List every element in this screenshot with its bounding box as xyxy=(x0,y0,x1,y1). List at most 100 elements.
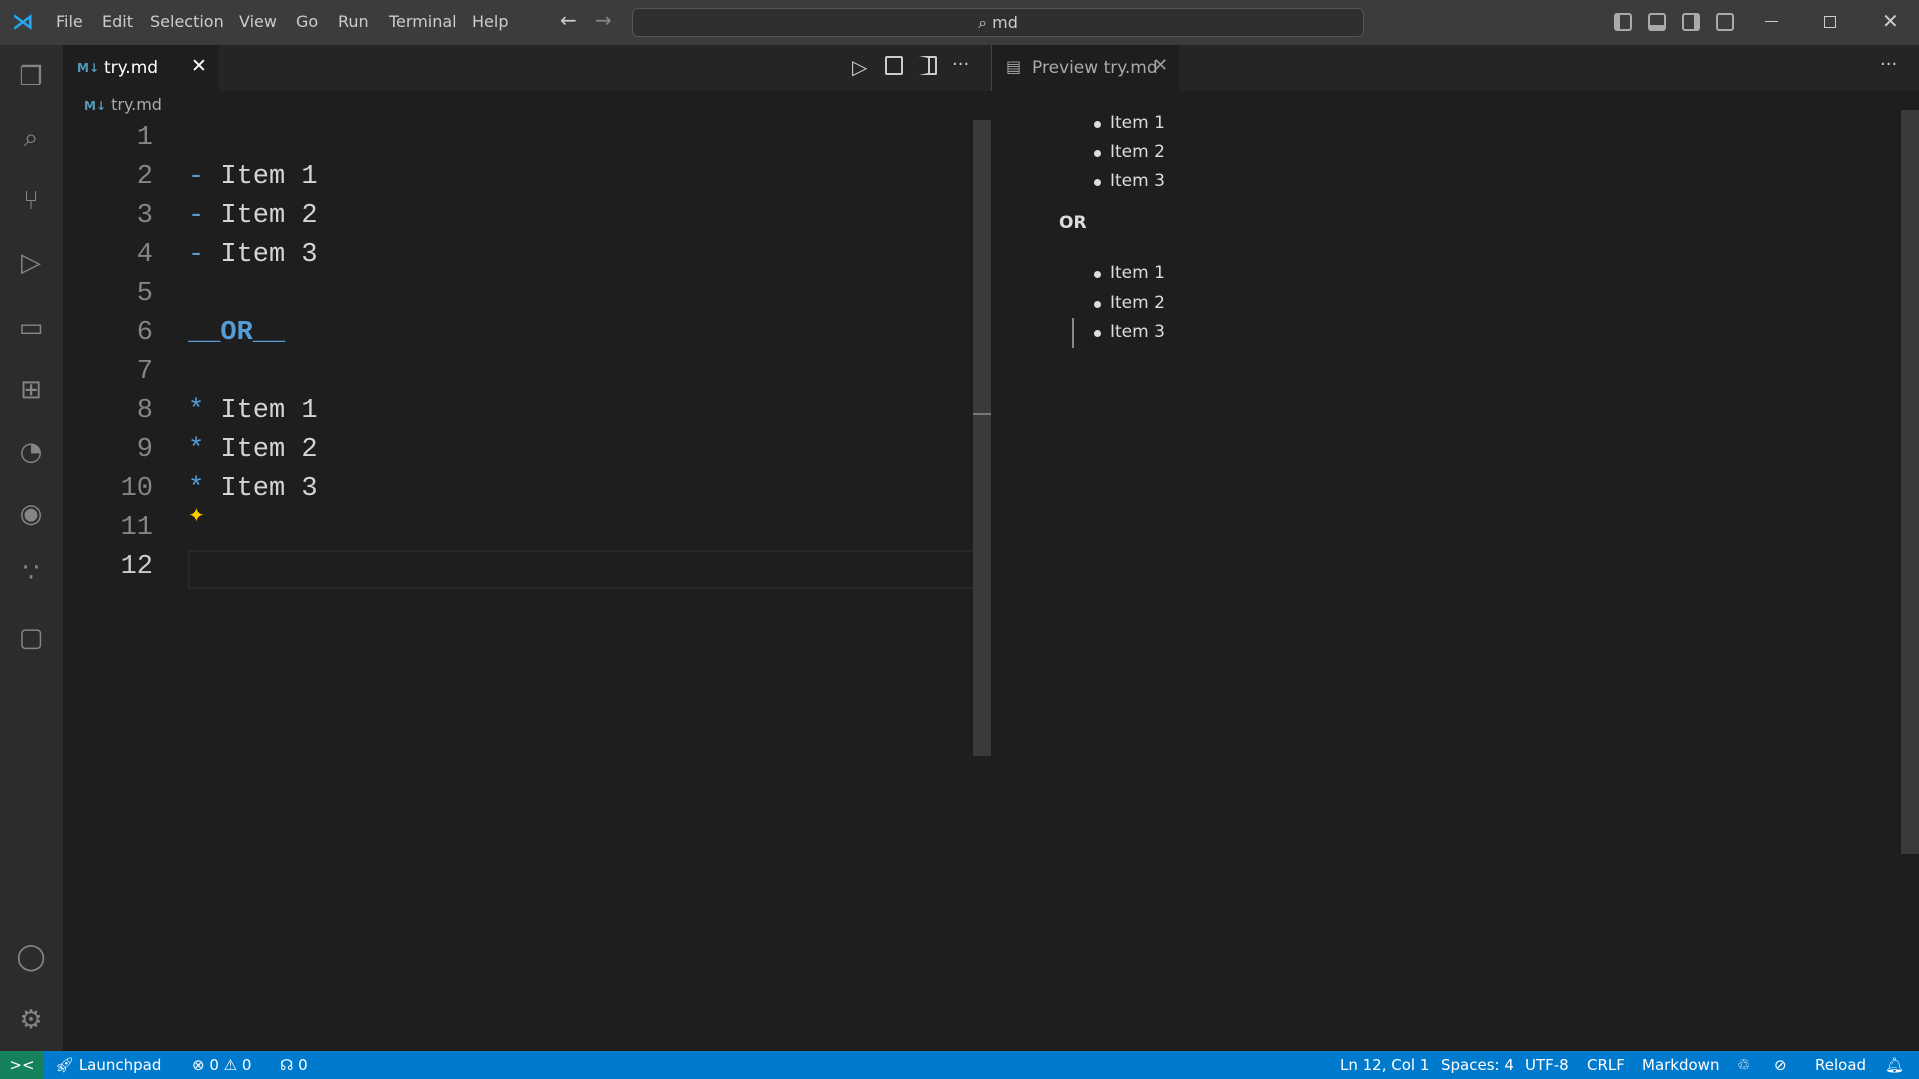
split-editor-icon[interactable] xyxy=(919,56,937,75)
close-tab-icon[interactable]: ✕ xyxy=(191,55,207,77)
code-line: - Item 3 xyxy=(188,236,318,275)
toggle-primary-sidebar-icon[interactable] xyxy=(1614,13,1632,31)
account-icon[interactable]: ◯ xyxy=(16,942,46,972)
open-preview-to-side-icon[interactable] xyxy=(885,56,903,75)
launchpad-label: Launchpad xyxy=(78,1056,162,1074)
menu-terminal[interactable]: Terminal xyxy=(389,12,457,31)
scrollbar-cursor-marker xyxy=(973,413,991,415)
code-line: __OR__ xyxy=(188,314,285,353)
line-number: 5 xyxy=(136,279,153,309)
copilot-icon[interactable]: ∵ xyxy=(16,558,46,588)
cursor-position[interactable]: Ln 12, Col 1 xyxy=(1340,1056,1429,1074)
tab-try-md[interactable]: M↓ try.md ✕ xyxy=(63,45,218,91)
activity-bar: ❐ ⌕ ⑂ ▷ ▭ ⊞ ◔ ◉ ∵ ▢ ◯ ⚙ xyxy=(0,45,63,1051)
encoding[interactable]: UTF-8 xyxy=(1525,1056,1569,1074)
command-center-search[interactable]: ⌕ md xyxy=(632,8,1364,37)
run-icon[interactable]: ▷ xyxy=(852,55,867,79)
remote-explorer-icon[interactable]: ▭ xyxy=(16,313,46,343)
preview-scrollbar[interactable] xyxy=(1901,110,1919,854)
title-bar: ⋊ File Edit Selection View Go Run Termin… xyxy=(0,0,1919,45)
code-line: * Item 2 xyxy=(188,431,318,470)
line-ending[interactable]: CRLF xyxy=(1587,1056,1625,1074)
menu-go[interactable]: Go xyxy=(296,12,318,31)
reload-button[interactable]: Reload xyxy=(1815,1056,1866,1074)
code-line: * Item 1 xyxy=(188,392,318,431)
preview-heading: OR xyxy=(1059,213,1087,233)
warning-icon: ⚠ xyxy=(223,1056,242,1074)
menu-run[interactable]: Run xyxy=(338,12,369,31)
code-text: Item 1 xyxy=(204,396,318,426)
notifications-bell-icon[interactable]: 🔔︎ xyxy=(1885,1056,1904,1074)
menu-selection[interactable]: Selection xyxy=(150,12,224,31)
ports-item[interactable]: ☊ 0 xyxy=(280,1056,308,1074)
error-icon: ⊗ xyxy=(192,1056,210,1074)
warning-count: 0 xyxy=(241,1056,252,1074)
line-number: 8 xyxy=(136,396,153,426)
editor-scrollbar[interactable] xyxy=(973,120,991,756)
markdown-icon: M↓ xyxy=(84,99,106,113)
edge-icon[interactable]: ◉ xyxy=(16,499,46,529)
copilot-status-icon[interactable]: ♲ xyxy=(1737,1056,1750,1074)
list-marker: - xyxy=(188,240,205,270)
close-window-icon[interactable]: ✕ xyxy=(1882,9,1899,33)
code-text: Item 3 xyxy=(204,474,318,504)
rocket-icon: 🚀︎ xyxy=(55,1056,79,1074)
line-number: 2 xyxy=(136,162,153,192)
line-number: 1 xyxy=(136,123,153,153)
tab-label: try.md xyxy=(104,58,159,78)
menu-file[interactable]: File xyxy=(56,12,83,31)
current-line-highlight xyxy=(188,550,991,589)
line-number: 10 xyxy=(120,474,153,504)
language-mode[interactable]: Markdown xyxy=(1642,1056,1719,1074)
line-number: 4 xyxy=(136,240,153,270)
code-line: - Item 2 xyxy=(188,197,318,236)
toggle-secondary-sidebar-icon[interactable] xyxy=(1682,13,1700,31)
menu-edit[interactable]: Edit xyxy=(102,12,133,31)
error-count: 0 xyxy=(209,1056,219,1074)
more-actions-icon[interactable]: ··· xyxy=(952,54,969,75)
more-actions-icon[interactable]: ··· xyxy=(1880,54,1897,75)
tab-preview[interactable]: ▤ Preview try.md ✕ xyxy=(992,45,1179,91)
explorer-icon[interactable]: ❐ xyxy=(16,62,46,92)
line-number: 3 xyxy=(136,201,153,231)
list-marker: * xyxy=(188,435,205,465)
code-line: * Item 3 xyxy=(188,470,318,509)
gitlens-icon[interactable]: ◔ xyxy=(16,437,46,467)
list-marker: - xyxy=(188,201,205,231)
ports-count: 0 xyxy=(298,1056,308,1074)
menu-view[interactable]: View xyxy=(239,12,277,31)
list-marker: * xyxy=(188,474,205,504)
indentation[interactable]: Spaces: 4 xyxy=(1441,1056,1514,1074)
toggle-panel-icon[interactable] xyxy=(1648,13,1666,31)
run-debug-icon[interactable]: ▷ xyxy=(16,248,46,278)
search-icon: ⌕ xyxy=(978,13,993,32)
settings-gear-icon[interactable]: ⚙ xyxy=(16,1005,46,1035)
line-number: 7 xyxy=(136,357,153,387)
preview-icon: ▤ xyxy=(1006,57,1022,76)
source-control-icon[interactable]: ⑂ xyxy=(16,186,46,216)
code-text: __OR__ xyxy=(188,318,286,348)
forward-arrow-icon[interactable]: → xyxy=(595,8,612,32)
extensions-icon[interactable]: ⊞ xyxy=(16,375,46,405)
search-text: md xyxy=(992,13,1018,32)
customize-layout-icon[interactable] xyxy=(1716,13,1734,31)
breadcrumb[interactable]: M↓ try.md xyxy=(84,95,162,114)
back-arrow-icon[interactable]: ← xyxy=(560,8,577,32)
live-share-icon[interactable]: ⊘ xyxy=(1774,1056,1787,1074)
list-marker: - xyxy=(188,162,205,192)
vscode-logo-icon: ⋊ xyxy=(12,10,34,35)
search-icon[interactable]: ⌕ xyxy=(16,123,46,153)
minimize-icon[interactable] xyxy=(1765,21,1778,22)
menu-help[interactable]: Help xyxy=(472,12,508,31)
restore-icon[interactable] xyxy=(1824,16,1836,28)
sparkle-icon[interactable]: ✦ xyxy=(188,503,205,527)
problems-item[interactable]: ⊗ 0 ⚠ 0 xyxy=(192,1056,251,1074)
remote-indicator-icon[interactable]: >< xyxy=(0,1051,44,1079)
launchpad-item[interactable]: 🚀︎ Launchpad xyxy=(55,1056,161,1074)
status-bar: >< 🚀︎ Launchpad ⊗ 0 ⚠ 0 ☊ 0 Ln 12, Col 1… xyxy=(0,1051,1919,1079)
chat-icon[interactable]: ▢ xyxy=(16,623,46,653)
line-number: 12 xyxy=(120,552,153,582)
close-tab-icon[interactable]: ✕ xyxy=(1153,55,1168,76)
line-number: 9 xyxy=(136,435,153,465)
list-marker: * xyxy=(188,396,205,426)
